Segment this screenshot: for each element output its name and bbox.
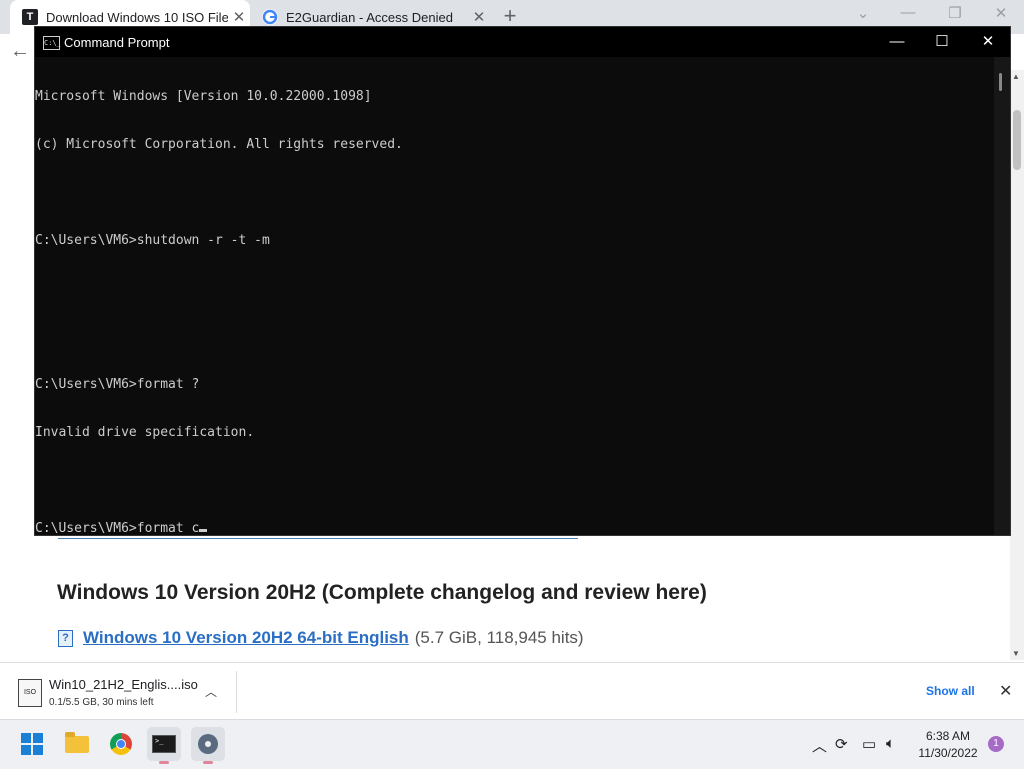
tab-search-icon[interactable]: ⌄ [848,4,878,22]
sync-icon[interactable]: ⟳ [835,735,848,753]
section-heading: Windows 10 Version 20H2 (Complete change… [57,581,707,604]
close-tab-icon[interactable]: ✕ [228,8,250,26]
close-download-bar-icon[interactable]: ✕ [999,681,1012,701]
tab-favicon-icon: T [22,9,38,25]
close-tab-icon[interactable]: ✕ [468,8,490,26]
clock[interactable]: 6:38 AM 11/30/2022 [912,728,984,762]
file-explorer-button[interactable] [60,727,94,761]
restore-icon[interactable]: ❐ [940,4,970,22]
cmd-minimize-button[interactable]: — [882,31,912,53]
terminal-line: Microsoft Windows [Version 10.0.22000.10… [35,89,372,104]
chevron-up-icon[interactable]: ︿ [812,735,827,756]
taskbar: >_ ︿ ⟳ ▭ 🔈︎ 6:38 AM 11/30/2022 1 [0,719,1024,769]
download-file-name[interactable]: Win10_21H2_Englis....iso [49,677,198,692]
page-scrollbar[interactable]: ▲ ▼ [1010,70,1024,660]
command-prompt-window[interactable]: C:\_ Command Prompt — ☐ ✕ Microsoft Wind… [34,26,1011,536]
tab-title: Download Windows 10 ISO Files [46,9,228,25]
download-meta: (5.7 GiB, 118,945 hits) [414,628,584,647]
folder-icon [65,731,89,753]
terminal-line: C:\Users\VM6>format ? [35,377,200,392]
scrollbar-thumb[interactable] [1013,110,1021,170]
command-prompt-taskbar-button[interactable]: >_ [147,727,181,764]
terminal-icon: >_ [152,735,176,753]
clock-time: 6:38 AM [925,729,971,743]
terminal-output[interactable]: Microsoft Windows [Version 10.0.22000.10… [35,57,995,537]
new-tab-button[interactable]: + [498,4,522,28]
cmd-window-title: Command Prompt [64,35,170,50]
cmd-maximize-button[interactable]: ☐ [927,31,957,53]
text-caret [199,529,208,532]
terminal-line: (c) Microsoft Corporation. All rights re… [35,137,403,152]
close-window-icon[interactable]: ✕ [986,4,1016,22]
google-favicon-icon [262,9,278,25]
chrome-button[interactable] [104,727,138,761]
clock-date: 11/30/2022 [918,746,978,760]
chrome-icon [110,733,132,755]
start-button[interactable] [15,727,49,761]
network-icon[interactable]: ▭ [862,735,876,753]
active-indicator [203,761,213,764]
download-bar: ISO Win10_21H2_Englis....iso 0.1/5.5 GB,… [0,662,1024,720]
cmd-title-bar[interactable]: C:\_ Command Prompt — ☐ ✕ [35,27,1010,57]
active-indicator [159,761,169,764]
download-link-row: ? Windows 10 Version 20H2 64-bit English… [58,628,584,648]
back-arrow-icon[interactable]: ← [10,40,30,63]
help-icon: ? [58,629,73,647]
cmd-app-icon: C:\_ [43,36,61,50]
gear-icon [198,734,218,754]
windows-logo-icon [21,733,43,755]
iso-file-icon: ISO [18,679,42,707]
notification-badge[interactable]: 1 [988,736,1004,752]
download-status: 0.1/5.5 GB, 30 mins left [49,697,154,708]
terminal-input-line[interactable]: C:\Users\VM6>format c [35,521,995,537]
scroll-up-icon[interactable]: ▲ [1012,72,1020,81]
cmd-scrollbar[interactable] [994,57,1010,535]
terminal-prompt-text: C:\Users\VM6>format c [35,521,200,536]
show-all-button[interactable]: Show all [926,684,975,698]
minimize-icon[interactable]: — [893,4,923,21]
chevron-up-icon[interactable]: ︿ [205,683,217,700]
download-link[interactable]: Windows 10 Version 20H2 64-bit English [83,628,409,648]
settings-button[interactable] [191,727,225,764]
volume-icon[interactable]: 🔈︎ [886,735,895,752]
tab-title: E2Guardian - Access Denied [286,9,453,25]
cmd-scrollbar-thumb[interactable] [999,73,1002,91]
terminal-line: C:\Users\VM6>shutdown -r -t -m [35,233,270,248]
terminal-line: Invalid drive specification. [35,425,255,440]
scroll-down-icon[interactable]: ▼ [1012,649,1020,658]
divider [236,671,237,713]
cmd-close-button[interactable]: ✕ [973,31,1003,53]
